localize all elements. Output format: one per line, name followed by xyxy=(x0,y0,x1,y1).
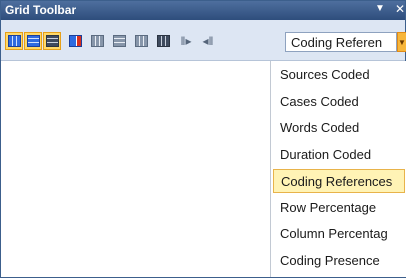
grid-blue-icon[interactable] xyxy=(5,32,23,50)
dropdown-option[interactable]: Coding Presence xyxy=(273,249,405,273)
dropdown-option[interactable]: Row Percentage xyxy=(273,196,405,220)
panel-title: Grid Toolbar xyxy=(5,3,77,17)
grid-highlight-icon[interactable] xyxy=(66,32,84,50)
chevron-down-icon[interactable]: ▼ xyxy=(397,32,406,52)
grid-gray-rows-icon[interactable] xyxy=(110,32,128,50)
dropdown-option[interactable]: Coding References xyxy=(273,169,405,193)
measure-dropdown-list: Sources Coded Cases Coded Words Coded Durat… xyxy=(270,61,406,277)
dropdown-option[interactable]: Words Coded xyxy=(273,116,405,140)
grid-blue-rows-icon[interactable] xyxy=(24,32,42,50)
dropdown-option[interactable]: Sources Coded xyxy=(273,63,405,87)
toolbar: ‖▸ ◂‖ Coding Referen ▼ xyxy=(1,20,406,61)
combo-value: Coding Referen xyxy=(291,35,383,50)
panel-menu-icon[interactable]: ▼ xyxy=(375,3,385,14)
dropdown-option[interactable]: Column Percentag xyxy=(273,222,405,246)
measure-combobox[interactable]: Coding Referen xyxy=(285,32,397,52)
grid-toolbar-panel: Grid Toolbar ▼ ✕ ‖▸ ◂‖ Coding Referen ▼ … xyxy=(0,0,406,278)
title-bar: Grid Toolbar ▼ ✕ xyxy=(1,1,405,20)
dropdown-option[interactable]: Duration Coded xyxy=(273,143,405,167)
grid-gray-icon[interactable] xyxy=(88,32,106,50)
grid-columns-dark-icon[interactable] xyxy=(154,32,172,50)
shift-left-icon[interactable]: ◂‖ xyxy=(199,32,217,50)
close-icon[interactable]: ✕ xyxy=(395,2,405,16)
shift-right-icon[interactable]: ‖▸ xyxy=(177,32,195,50)
grid-dark-icon[interactable] xyxy=(43,32,61,50)
grid-columns-icon[interactable] xyxy=(132,32,150,50)
dropdown-option[interactable]: Cases Coded xyxy=(273,90,405,114)
